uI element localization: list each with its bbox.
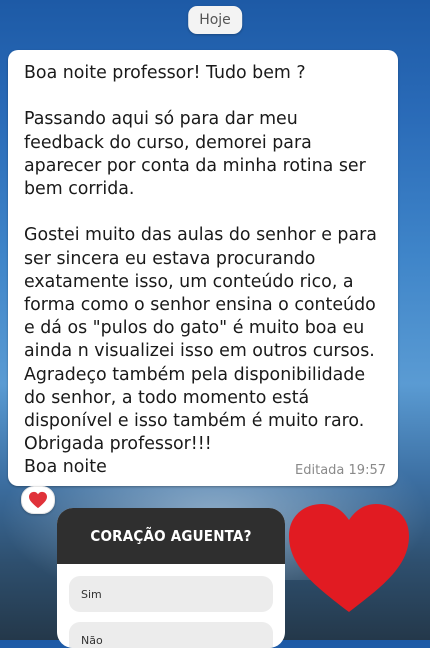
poll-option-sim[interactable]: Sim bbox=[69, 576, 273, 612]
poll-question: CORAÇÃO AGUENTA? bbox=[57, 508, 285, 564]
message-meta: Editada 19:57 bbox=[295, 463, 386, 478]
date-separator: Hoje bbox=[188, 6, 242, 34]
heart-icon bbox=[29, 491, 47, 509]
heart-sticker-icon bbox=[289, 504, 409, 612]
reaction-badge[interactable] bbox=[21, 486, 55, 514]
poll-option-nao[interactable]: Não bbox=[69, 622, 273, 648]
message-bubble[interactable]: Boa noite professor! Tudo bem ? Passando… bbox=[8, 50, 398, 486]
message-text: Boa noite professor! Tudo bem ? Passando… bbox=[24, 63, 377, 478]
poll-sticker[interactable]: CORAÇÃO AGUENTA? Sim Não bbox=[57, 508, 285, 648]
